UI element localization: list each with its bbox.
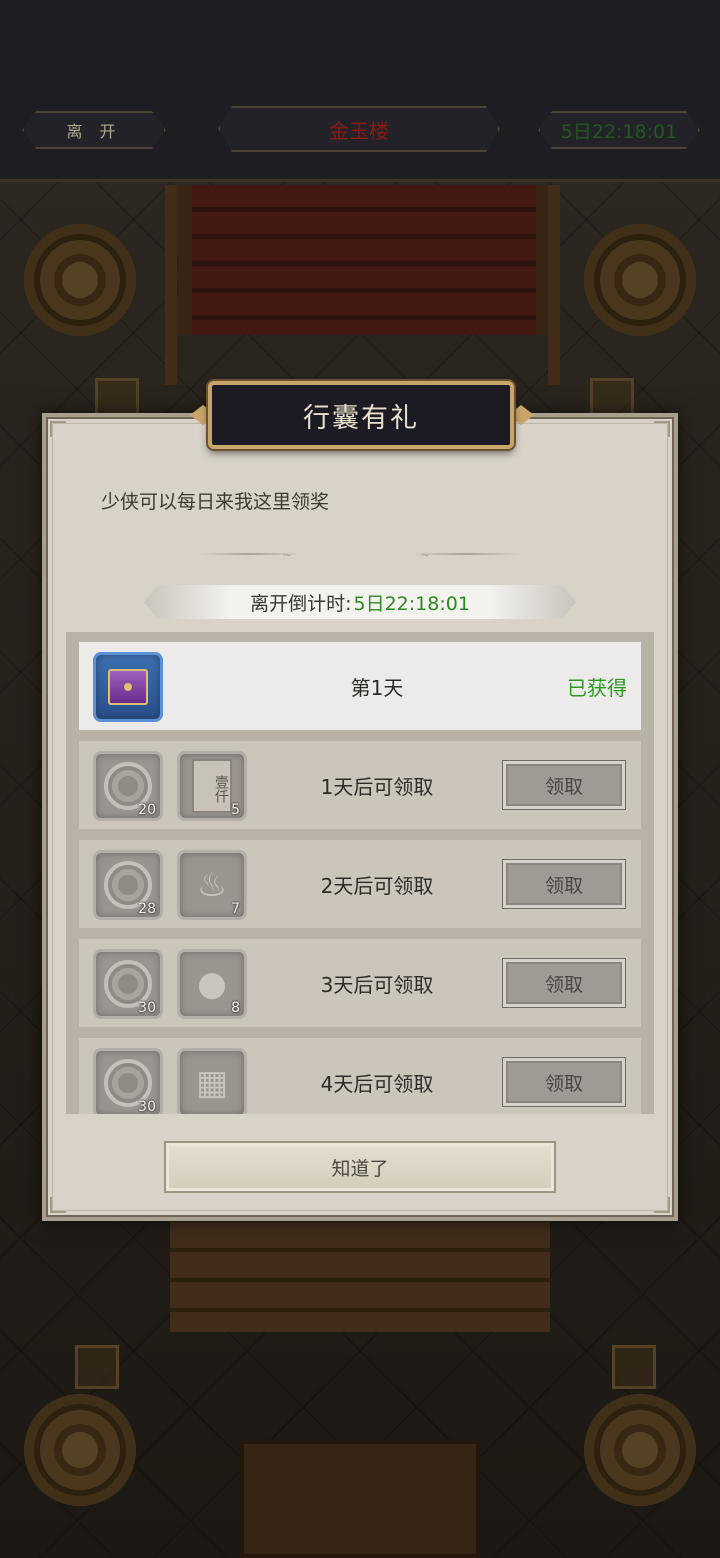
top-bar: 离 开 金玉楼 5日22:18:01 bbox=[0, 0, 720, 182]
reward-day-label: 2天后可领取 bbox=[320, 873, 434, 898]
reward-day-label: 1天后可领取 bbox=[320, 774, 434, 799]
reward-row-day1: 第1天 已获得 bbox=[79, 642, 641, 730]
divider-swirl-icon: ~ bbox=[420, 548, 431, 562]
reward-item-slot[interactable]: ● 8 bbox=[177, 949, 247, 1019]
reward-row-day2: 20 壹仟 5 1天后可领取 领取 bbox=[79, 741, 641, 829]
dialog-title: 行囊有礼 bbox=[208, 381, 514, 449]
item-count: 5 bbox=[231, 802, 240, 818]
corner-ornament bbox=[654, 421, 670, 437]
reward-list[interactable]: 第1天 已获得 20 壹仟 5 1天后可领取 领取 28 ♨ 7 2天后可领取 … bbox=[66, 632, 654, 1114]
countdown-label: 离开倒计时: bbox=[250, 592, 352, 615]
claim-button[interactable]: 领取 bbox=[503, 1058, 625, 1106]
reward-item-slot[interactable]: ▦ bbox=[177, 1048, 247, 1114]
claim-button[interactable]: 领取 bbox=[503, 860, 625, 908]
confirm-button[interactable]: 知道了 bbox=[164, 1141, 556, 1193]
location-title: 金玉楼 bbox=[218, 106, 500, 152]
treasure-chest-icon bbox=[108, 669, 148, 705]
reward-day-label: 4天后可领取 bbox=[320, 1071, 434, 1096]
reward-item-slot[interactable]: 30 bbox=[93, 1048, 163, 1114]
top-countdown-timer: 5日22:18:01 bbox=[538, 111, 700, 149]
reward-item-slot[interactable]: 30 bbox=[93, 949, 163, 1019]
reward-row-day5: 30 ▦ 4天后可领取 领取 bbox=[79, 1038, 641, 1114]
countdown-bar: 离开倒计时: 5日22:18:01 bbox=[144, 585, 576, 619]
reward-day-label: 第1天 bbox=[350, 675, 404, 700]
divider-line bbox=[412, 553, 520, 555]
reward-item-slot[interactable]: 壹仟 5 bbox=[177, 751, 247, 821]
reward-item-slot[interactable] bbox=[93, 652, 163, 722]
corner-ornament bbox=[50, 1197, 66, 1213]
item-count: 30 bbox=[138, 1099, 156, 1114]
item-count: 7 bbox=[231, 901, 240, 917]
divider-swirl-icon: ~ bbox=[282, 548, 293, 562]
claim-button[interactable]: 领取 bbox=[503, 761, 625, 809]
item-count: 28 bbox=[138, 901, 156, 917]
item-count: 20 bbox=[138, 802, 156, 818]
reward-row-day3: 28 ♨ 7 2天后可领取 领取 bbox=[79, 840, 641, 928]
item-count: 30 bbox=[138, 1000, 156, 1016]
reward-item-slot[interactable]: 20 bbox=[93, 751, 163, 821]
intro-text: 少侠可以每日来我这里领奖 bbox=[101, 491, 330, 513]
reward-item-slot[interactable]: 28 bbox=[93, 850, 163, 920]
item-count: 8 bbox=[231, 1000, 240, 1016]
claimed-status: 已获得 bbox=[567, 675, 627, 700]
corner-ornament bbox=[654, 1197, 670, 1213]
cabinet-icon: ▦ bbox=[195, 1063, 229, 1103]
corner-ornament bbox=[50, 421, 66, 437]
leave-button[interactable]: 离 开 bbox=[22, 111, 166, 149]
scroll-icon: 壹仟 bbox=[192, 759, 232, 813]
reward-day-label: 3天后可领取 bbox=[320, 972, 434, 997]
reward-row-day4: 30 ● 8 3天后可领取 领取 bbox=[79, 939, 641, 1027]
countdown-value: 5日22:18:01 bbox=[353, 592, 470, 615]
claim-button[interactable]: 领取 bbox=[503, 959, 625, 1007]
reward-item-slot[interactable]: ♨ 7 bbox=[177, 850, 247, 920]
